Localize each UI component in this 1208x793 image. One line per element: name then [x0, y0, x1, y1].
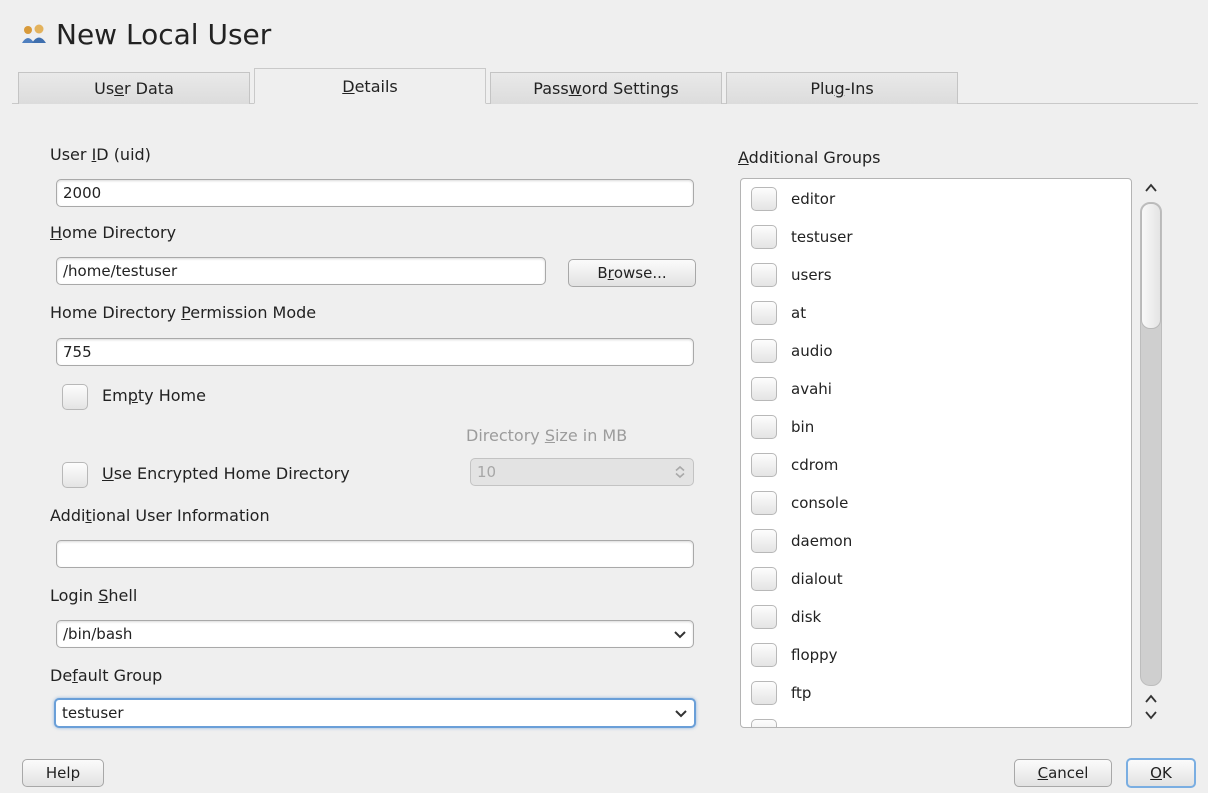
list-item[interactable]: avahi	[751, 377, 832, 401]
group-checkbox[interactable]	[751, 415, 777, 439]
group-checkbox[interactable]	[751, 719, 777, 727]
group-checkbox[interactable]	[751, 529, 777, 553]
group-checkbox[interactable]	[751, 187, 777, 211]
window-title: New Local User	[20, 18, 271, 51]
home-directory-label: Home Directory	[50, 223, 177, 242]
list-item[interactable]: editor	[751, 187, 835, 211]
group-checkbox[interactable]	[751, 681, 777, 705]
list-item[interactable]: floppy	[751, 643, 838, 667]
help-button[interactable]: Help	[22, 759, 104, 787]
group-checkbox[interactable]	[751, 567, 777, 591]
default-group-combo[interactable]: testuser	[54, 698, 696, 728]
tab-plug-ins[interactable]: Plu g -Ins	[726, 72, 958, 104]
directory-size-label: Directory Size in MB	[466, 426, 628, 445]
group-checkbox[interactable]	[751, 377, 777, 401]
default-group-label: Default Group	[50, 666, 163, 685]
scrollbar-thumb[interactable]	[1141, 203, 1161, 329]
permission-mode-input[interactable]: 755	[56, 338, 694, 366]
group-checkbox[interactable]	[751, 301, 777, 325]
list-item[interactable]: console	[751, 491, 848, 515]
browse-button[interactable]: Br owse...	[568, 259, 696, 287]
group-checkbox[interactable]	[751, 339, 777, 363]
group-checkbox[interactable]	[751, 453, 777, 477]
additional-info-label: Additional User Information	[50, 506, 270, 525]
uid-label: User ID (uid)	[50, 145, 151, 164]
list-item[interactable]: audio	[751, 339, 833, 363]
login-shell-label: Login Shell	[50, 586, 138, 605]
group-checkbox[interactable]	[751, 263, 777, 287]
additional-groups-list[interactable]: editor testuser users at audio avahi bin…	[740, 178, 1132, 728]
list-item[interactable]: testuser	[751, 225, 853, 249]
permission-mode-label: Home Directory Permission Mode	[50, 303, 317, 322]
home-directory-input[interactable]: /home/testuser	[56, 257, 546, 285]
encrypted-home-checkbox[interactable]	[62, 462, 88, 488]
list-item[interactable]: ftp	[751, 681, 811, 705]
login-shell-combo[interactable]: /bin/bash	[56, 620, 694, 648]
list-item[interactable]: at	[751, 301, 806, 325]
ok-button[interactable]: OK	[1126, 758, 1196, 788]
list-item[interactable]: dialout	[751, 567, 843, 591]
window-title-text: New Local User	[56, 18, 272, 51]
group-checkbox[interactable]	[751, 605, 777, 629]
tab-user-data[interactable]: Us e r Data	[18, 72, 250, 104]
encrypted-home-label[interactable]: Use Encrypted Home Directory	[102, 464, 350, 483]
list-item[interactable]: games	[751, 719, 841, 727]
spin-updown-icon	[675, 465, 685, 479]
tab-details[interactable]: Details	[254, 68, 486, 104]
group-checkbox[interactable]	[751, 225, 777, 249]
group-checkbox[interactable]	[751, 643, 777, 667]
group-checkbox[interactable]	[751, 491, 777, 515]
chevron-down-icon	[674, 631, 686, 639]
list-item[interactable]: bin	[751, 415, 814, 439]
scroll-down-icon[interactable]	[1143, 708, 1159, 722]
uid-input[interactable]: 2000	[56, 179, 694, 207]
directory-size-spinbox: 10	[470, 458, 694, 486]
chevron-down-icon	[675, 710, 687, 718]
list-item[interactable]: daemon	[751, 529, 852, 553]
scroll-up-icon[interactable]	[1143, 692, 1159, 706]
additional-groups-label: Additional Groups	[738, 148, 881, 167]
list-item[interactable]: cdrom	[751, 453, 838, 477]
additional-info-input[interactable]	[56, 540, 694, 568]
list-item[interactable]: disk	[751, 605, 821, 629]
cancel-button[interactable]: Cancel	[1014, 759, 1112, 787]
empty-home-label[interactable]: Empty Home	[102, 386, 206, 405]
empty-home-checkbox[interactable]	[62, 384, 88, 410]
scroll-up-icon[interactable]	[1143, 181, 1159, 195]
tab-password-settings[interactable]: Pass w ord Settings	[490, 72, 722, 104]
users-icon	[22, 24, 46, 43]
list-item[interactable]: users	[751, 263, 832, 287]
